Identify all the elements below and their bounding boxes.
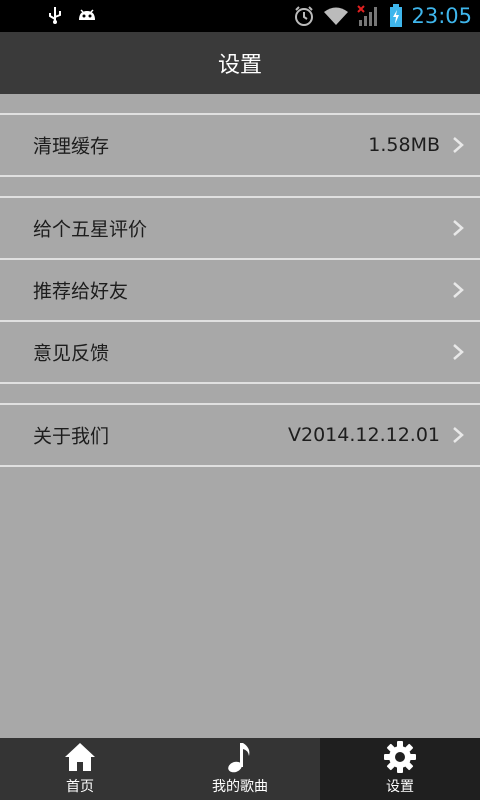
chevron-right-icon [453,220,464,236]
settings-list: 清理缓存 1.58MB 给个五星评价 推荐给好友 意见反馈 关于我们 V2014… [0,94,480,467]
chevron-right-icon [453,427,464,443]
recommend-label: 推荐给好友 [33,280,129,303]
signal-icon [357,5,378,26]
title-bar: 设置 [0,32,480,94]
about-label: 关于我们 [33,425,110,448]
cache-size-value: 1.58MB [368,134,440,156]
nav-home[interactable]: 首页 [0,738,160,800]
rate-five-stars-row[interactable]: 给个五星评价 [0,198,480,258]
nav-home-label: 首页 [66,779,94,795]
gear-icon [384,741,416,773]
nav-settings[interactable]: 设置 [320,738,480,800]
rate-label: 给个五星评价 [33,218,148,241]
wifi-icon [324,7,349,25]
page-title: 设置 [217,53,262,78]
chevron-right-icon [453,282,464,298]
chevron-right-icon [453,137,464,153]
bottom-nav: 首页 我的歌曲 设置 [0,738,480,800]
feedback-label: 意见反馈 [33,342,110,365]
music-note-icon [228,743,250,773]
clock: 23:05 [411,4,472,28]
about-us-row[interactable]: 关于我们 V2014.12.12.01 [0,405,480,465]
home-icon [65,743,95,771]
nav-my-songs-label: 我的歌曲 [212,779,268,795]
nav-settings-label: 设置 [386,779,414,795]
alarm-icon [295,6,314,26]
nav-my-songs[interactable]: 我的歌曲 [160,738,320,800]
clear-cache-row[interactable]: 清理缓存 1.58MB [0,115,480,175]
chevron-right-icon [453,344,464,360]
version-value: V2014.12.12.01 [288,424,440,446]
android-icon [79,9,95,20]
clear-cache-label: 清理缓存 [33,135,110,158]
recommend-to-friend-row[interactable]: 推荐给好友 [0,260,480,320]
status-bar: 23:05 [0,0,480,32]
battery-charging-icon [390,4,403,27]
divider [0,465,480,467]
usb-icon [49,7,61,24]
feedback-row[interactable]: 意见反馈 [0,322,480,382]
